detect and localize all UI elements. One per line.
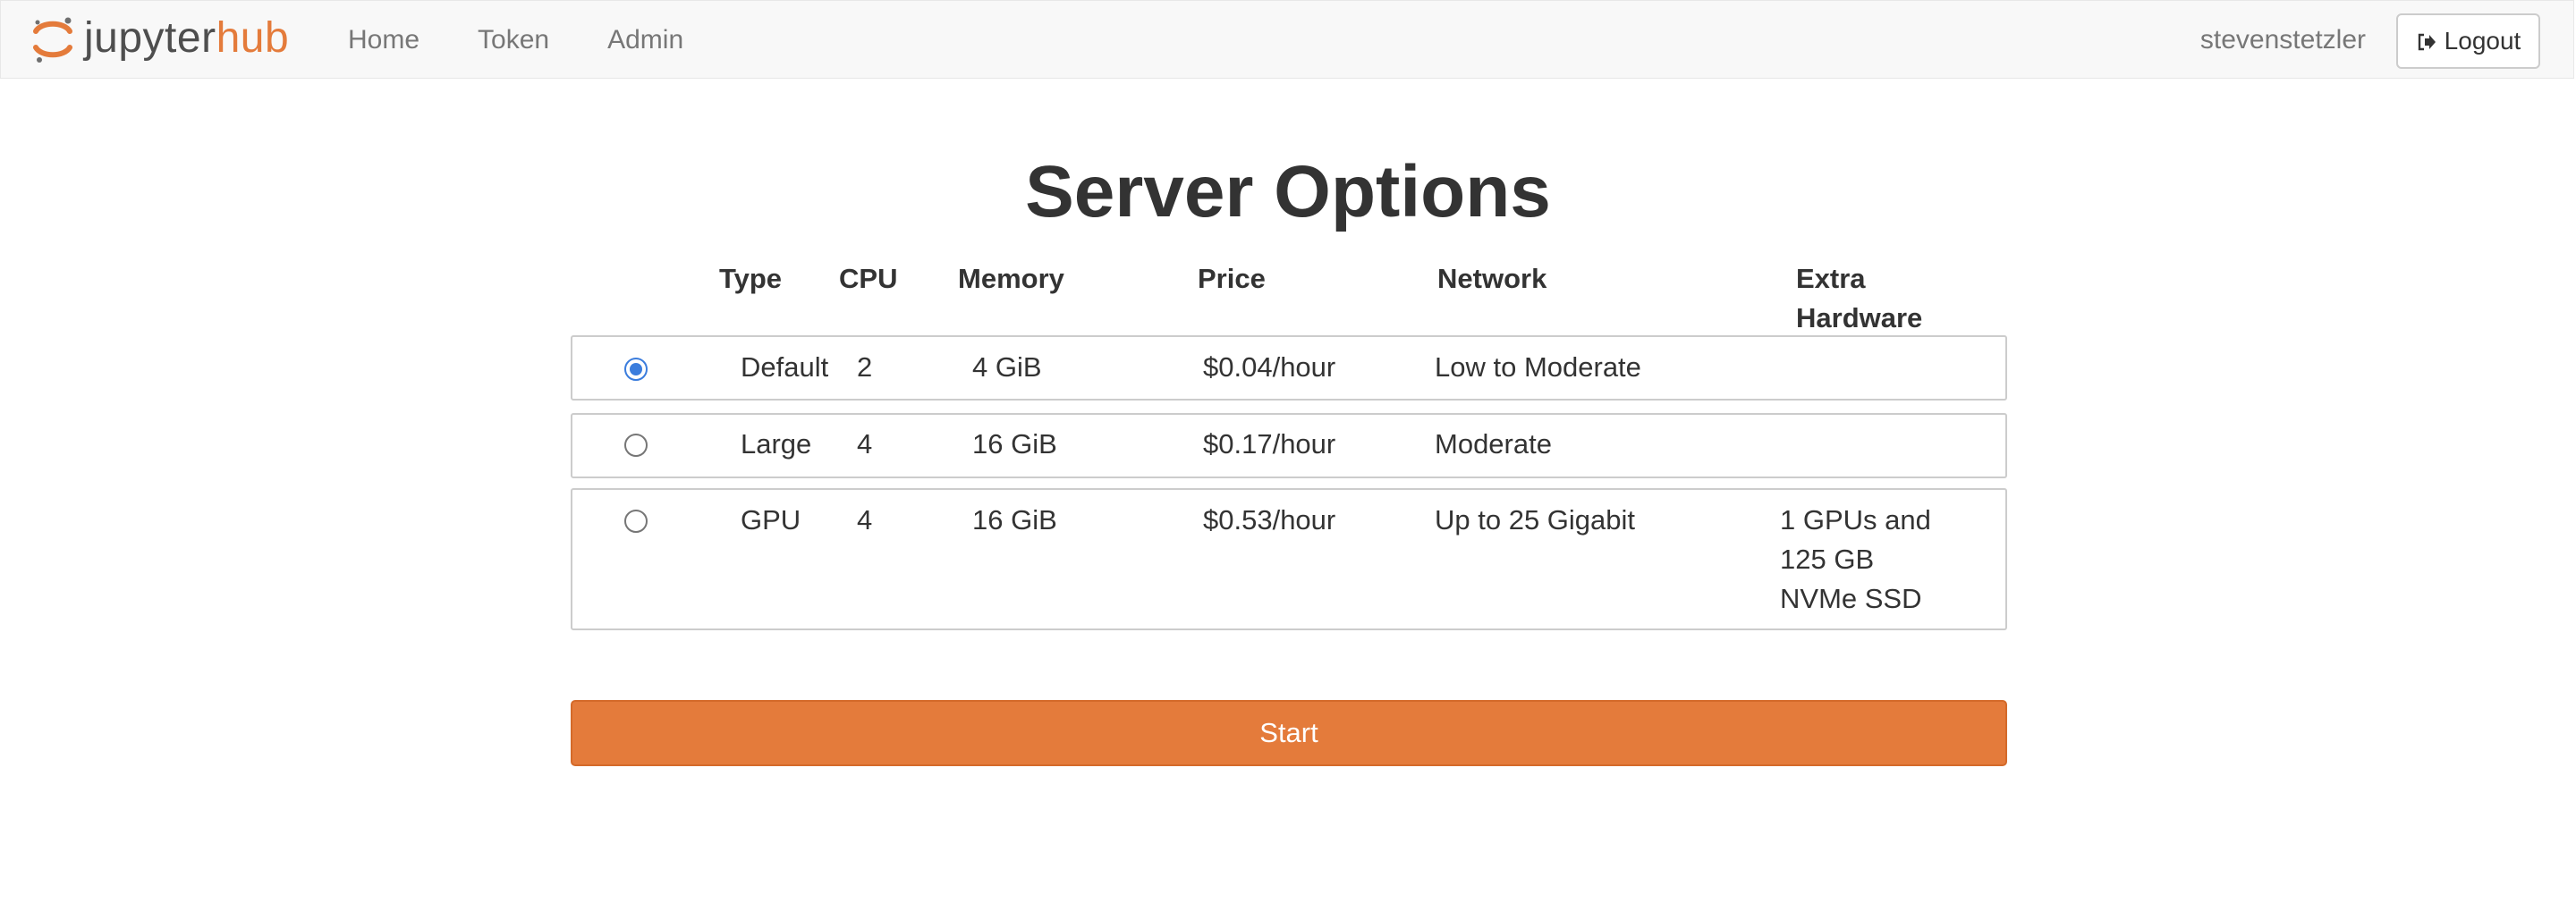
nav-links: Home Token Admin xyxy=(348,1,683,80)
option-network: Up to 25 Gigabit xyxy=(1435,504,1636,536)
option-network: Moderate xyxy=(1435,428,1552,460)
page-title: Server Options xyxy=(1025,151,1551,232)
header-cpu: CPU xyxy=(839,263,898,294)
option-radio-gpu[interactable] xyxy=(624,510,648,533)
logo-text-jupyter: jupyter xyxy=(84,14,216,62)
server-option-gpu[interactable]: GPU 4 16 GiB $0.53/hour Up to 25 Gigabit… xyxy=(571,488,2007,630)
option-price: $0.17/hour xyxy=(1203,428,1336,460)
header-type: Type xyxy=(719,263,783,294)
nav-link-token[interactable]: Token xyxy=(478,25,549,55)
option-memory: 4 GiB xyxy=(972,351,1042,383)
option-extra-line: 125 GB xyxy=(1780,544,1875,575)
options-table-header: Type CPU Memory Price Network Extra Hard… xyxy=(0,259,2576,340)
option-cpu: 4 xyxy=(857,428,873,460)
jupyterhub-logo[interactable]: jupyterhub xyxy=(30,10,289,67)
header-network: Network xyxy=(1437,263,1547,294)
option-price: $0.04/hour xyxy=(1203,351,1336,383)
option-cpu: 4 xyxy=(857,504,873,536)
logout-button[interactable]: Logout xyxy=(2396,13,2540,69)
nav-link-home[interactable]: Home xyxy=(348,25,419,55)
sign-out-icon xyxy=(2416,30,2437,52)
option-price: $0.53/hour xyxy=(1203,504,1336,536)
header-extra-line2: Hardware xyxy=(1796,302,1923,333)
option-network: Low to Moderate xyxy=(1435,351,1641,383)
username-label: stevenstetzler xyxy=(2199,25,2366,55)
navbar: jupyterhub Home Token Admin stevenstetzl… xyxy=(0,0,2574,79)
logout-label: Logout xyxy=(2444,27,2521,55)
header-extra-hardware: Extra Hardware xyxy=(1796,259,1922,338)
option-memory: 16 GiB xyxy=(972,428,1057,460)
option-type: Large xyxy=(741,428,812,460)
option-extra-line: NVMe SSD xyxy=(1780,583,1922,614)
header-memory: Memory xyxy=(958,263,1064,294)
start-button[interactable]: Start xyxy=(571,700,2007,766)
server-option-default[interactable]: Default 2 4 GiB $0.04/hour Low to Modera… xyxy=(571,335,2007,401)
header-extra-line1: Extra xyxy=(1796,263,1866,294)
option-radio-default[interactable] xyxy=(624,358,648,381)
option-extra-line: 1 GPUs and xyxy=(1780,504,1931,536)
option-type: GPU xyxy=(741,504,801,536)
nav-link-admin[interactable]: Admin xyxy=(607,25,683,55)
option-cpu: 2 xyxy=(857,351,873,383)
option-radio-large[interactable] xyxy=(624,434,648,457)
jupyter-logo-icon xyxy=(30,10,75,67)
logo-text: jupyterhub xyxy=(84,17,289,60)
logo-text-hub: hub xyxy=(216,14,290,62)
option-extra-hardware: 1 GPUs and 125 GB NVMe SSD xyxy=(1780,501,1931,619)
option-type: Default xyxy=(741,351,829,383)
option-memory: 16 GiB xyxy=(972,504,1057,536)
header-price: Price xyxy=(1198,263,1266,294)
server-option-large[interactable]: Large 4 16 GiB $0.17/hour Moderate xyxy=(571,413,2007,478)
